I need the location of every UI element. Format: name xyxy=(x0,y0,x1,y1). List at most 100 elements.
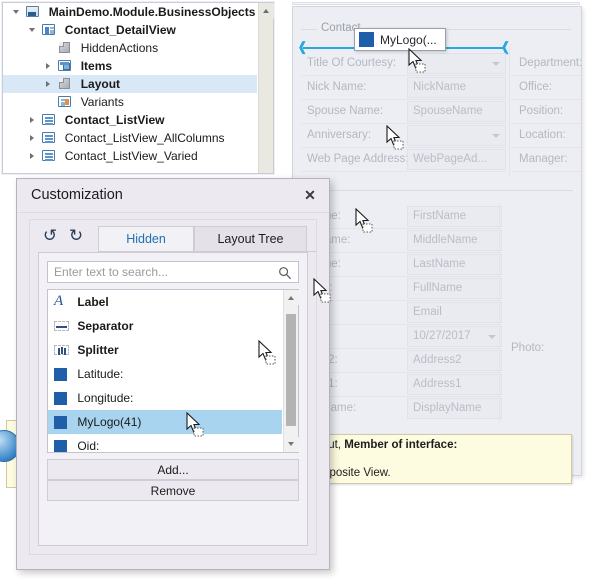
column-divider xyxy=(509,47,510,177)
scroll-down-arrow-icon[interactable] xyxy=(284,437,299,452)
undo-icon[interactable]: ↺ xyxy=(38,224,62,248)
list-item[interactable]: Splitter xyxy=(48,338,282,362)
detailview-icon xyxy=(41,21,58,39)
list-item[interactable]: Longitude: xyxy=(48,386,282,410)
tree-node-contact-detailview[interactable]: Contact_DetailView xyxy=(3,21,257,39)
expander-placeholder xyxy=(43,39,54,57)
field-value: WebPageAd... xyxy=(413,153,487,165)
field-editor[interactable]: LastName xyxy=(407,254,502,275)
expander-open-icon[interactable] xyxy=(11,3,22,21)
scroll-up-arrow-icon[interactable] xyxy=(284,290,299,305)
list-item-label: Separator xyxy=(77,319,134,333)
tree-node-contact-listview-varied[interactable]: Contact_ListView_Varied xyxy=(3,147,257,165)
customization-dialog[interactable]: Customization ✕ ↺ ↻ Hidden Items Layout … xyxy=(16,178,330,570)
tree-node-contact-listview-allcolumns[interactable]: Contact_ListView_AllColumns xyxy=(3,129,257,147)
tooltip-line-1-bold: Member of interface: xyxy=(344,439,458,451)
field-editor[interactable]: SpouseName xyxy=(407,101,506,122)
tree-node-label: MainDemo.Module.BusinessObjects xyxy=(48,5,256,19)
form-row: Spouse Name: SpouseName xyxy=(301,100,506,123)
field-editor[interactable]: FullName xyxy=(407,278,502,299)
expander-closed-icon[interactable] xyxy=(27,111,38,129)
field-editor[interactable]: MiddleName xyxy=(407,230,502,251)
drag-ghost-label: MyLogo(... xyxy=(380,32,437,47)
remove-button[interactable]: Remove xyxy=(47,480,299,501)
field-label: Title Of Courtesy: xyxy=(307,57,397,69)
tab-hidden-items[interactable]: Hidden Items xyxy=(98,226,194,271)
listview-icon xyxy=(41,147,58,165)
form-row: ay Name: DisplayName xyxy=(301,397,502,420)
hidden-items-panel: Enter text to search... A Label Separato… xyxy=(38,252,308,546)
add-button[interactable]: Add... xyxy=(47,459,299,480)
separator-glyph-icon xyxy=(52,314,72,338)
field-editor[interactable]: WebPageAd... xyxy=(407,149,506,170)
dialog-toolbar: ↺ ↻ Hidden Items Layout Tree View xyxy=(30,220,316,271)
column-divider xyxy=(499,203,500,423)
field-editor[interactable] xyxy=(407,125,506,146)
field-label: Manager: xyxy=(519,153,568,165)
tree-node-contact-listview[interactable]: Contact_ListView xyxy=(3,111,257,129)
row-separator xyxy=(513,171,583,172)
field-value: NickName xyxy=(413,81,467,93)
tree-node-label: Contact_ListView_AllColumns xyxy=(64,131,225,145)
form-preview-paper: Contact ❰ ❰ Title Of Courtesy: Nick Name… xyxy=(292,6,583,476)
field-value: Address1 xyxy=(413,378,462,390)
scroll-up-arrow-icon[interactable] xyxy=(259,3,274,18)
field-editor[interactable]: FirstName xyxy=(407,206,502,227)
chevron-down-icon xyxy=(488,335,496,339)
dialog-body: ↺ ↻ Hidden Items Layout Tree View Enter … xyxy=(29,219,317,555)
field-value: Email xyxy=(413,306,442,318)
form-row: Position: xyxy=(513,100,583,123)
list-item[interactable]: A Label xyxy=(48,290,282,314)
scrollbar-thumb[interactable] xyxy=(286,314,296,426)
field-editor[interactable]: NickName xyxy=(407,77,506,98)
hidden-items-list-body: A Label Separator Splitter Latitude: Lon… xyxy=(48,290,282,452)
search-input[interactable]: Enter text to search... xyxy=(47,261,299,283)
expander-closed-icon[interactable] xyxy=(27,129,38,147)
blue-square-icon xyxy=(359,32,374,47)
listview-icon xyxy=(41,111,58,129)
list-item[interactable]: Separator xyxy=(48,314,282,338)
close-icon[interactable]: ✕ xyxy=(301,187,319,205)
form-row: Title Of Courtesy: xyxy=(301,52,506,75)
field-editor[interactable] xyxy=(407,53,506,74)
hidden-items-list[interactable]: A Label Separator Splitter Latitude: Lon… xyxy=(47,289,299,453)
field-editor[interactable]: DisplayName xyxy=(407,398,502,419)
expander-closed-icon[interactable] xyxy=(27,147,38,165)
tree-node-hiddenactions[interactable]: HiddenActions xyxy=(3,39,257,57)
field-value: LastName xyxy=(413,258,466,270)
field-editor[interactable]: Address1 xyxy=(407,374,502,395)
tree-vertical-scrollbar[interactable] xyxy=(258,3,274,173)
list-item-label: Splitter xyxy=(77,343,119,357)
cube-icon xyxy=(57,39,74,57)
model-editor-tree-panel[interactable]: MainDemo.Module.BusinessObjects Contact_… xyxy=(2,2,274,174)
chevron-down-icon xyxy=(492,134,500,138)
tree-node-variants[interactable]: Variants xyxy=(3,93,257,111)
paper-top-edge xyxy=(292,2,580,5)
expander-closed-icon[interactable] xyxy=(43,57,54,75)
list-vertical-scrollbar[interactable] xyxy=(283,290,299,452)
blue-square-icon xyxy=(52,386,72,410)
field-value: FullName xyxy=(413,282,463,294)
field-editor[interactable]: Email xyxy=(407,302,502,323)
list-item[interactable]: Oid: xyxy=(48,434,282,452)
tree-node-label: Contact_ListView_Varied xyxy=(64,149,198,163)
redo-icon[interactable]: ↻ xyxy=(64,224,88,248)
list-item-selected[interactable]: MyLogo(41) xyxy=(48,410,282,434)
dialog-titlebar[interactable]: Customization ✕ xyxy=(17,179,329,213)
expander-open-icon[interactable] xyxy=(27,21,38,39)
tree-node-items[interactable]: Items xyxy=(3,57,257,75)
drag-ghost-chip: MyLogo(... xyxy=(354,28,446,51)
search-icon[interactable] xyxy=(278,266,292,280)
list-item[interactable]: Latitude: xyxy=(48,362,282,386)
tree-node-layout[interactable]: Layout xyxy=(3,75,257,93)
field-label: Location: xyxy=(519,129,566,141)
expander-closed-icon[interactable] xyxy=(43,75,54,93)
form-row: Manager: xyxy=(513,148,583,171)
field-editor[interactable]: Address2 xyxy=(407,350,502,371)
splitter-glyph-icon xyxy=(52,338,72,362)
list-item-label: Label xyxy=(77,295,109,309)
tree-node-mainDemo-module[interactable]: MainDemo.Module.BusinessObjects xyxy=(3,3,257,21)
tab-layout-tree-view[interactable]: Layout Tree View xyxy=(194,226,307,271)
field-editor[interactable]: 10/27/2017 xyxy=(407,326,502,347)
member-tooltip: iewLayout, Member of interface: w n a Co… xyxy=(288,434,572,484)
